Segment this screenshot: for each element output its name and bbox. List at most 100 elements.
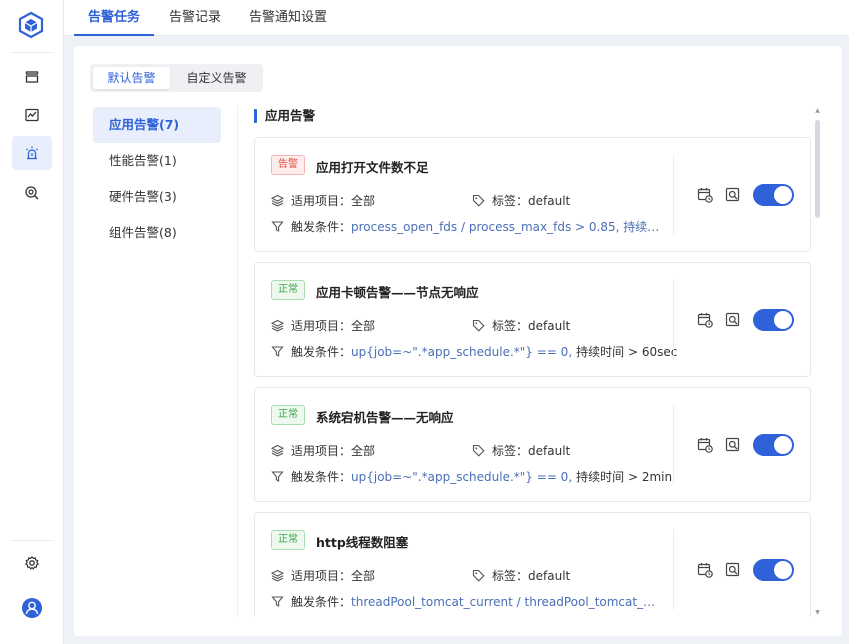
schedule-button[interactable] [696,311,714,329]
nav-item-layers[interactable] [12,60,52,94]
enable-toggle[interactable] [753,184,794,206]
condition-value: up{job=~".*app_schedule.*"} == 0, [351,469,573,484]
scope-label: 适用项目： [291,444,352,458]
condition-label: 触发条件： [291,220,352,234]
doc-search-icon [725,562,740,577]
main-panel: 默认告警 自定义告警 应用告警(7) 性能告警(1) 硬件告警(3) 组件告警(… [74,46,842,636]
calendar-clock-icon [697,438,713,453]
alarm-title: 系统宕机告警——无响应 [316,410,454,425]
category-list: 应用告警(7) 性能告警(1) 硬件告警(3) 组件告警(8) [93,107,221,251]
condition-label: 触发条件： [291,470,352,484]
segment-default-alarm[interactable]: 默认告警 [93,67,170,89]
calendar-clock-icon [697,563,713,578]
tag-label: 标签： [492,569,529,583]
scope-row: 适用项目： 全部 [271,442,375,459]
alarm-card: 正常 系统宕机告警——无响应 适用项目： 全部 标签： default 触发条件… [254,387,811,502]
card-divider [673,154,674,235]
alarm-card: 正常 应用卡顿告警——节点无响应 适用项目： 全部 标签： default 触发… [254,262,811,377]
list-scrollbar[interactable]: ▲ ▼ [814,108,821,616]
condition-value: threadPool_tomcat_current / threadPool_t… [351,594,661,609]
tag-value: default [528,318,571,333]
tag-row: 标签： default [472,442,570,459]
scroll-up-arrow-icon[interactable]: ▲ [814,108,821,114]
condition-label: 触发条件： [291,595,352,609]
enable-toggle[interactable] [753,559,794,581]
scope-value: 全部 [351,194,376,208]
layers-icon [271,194,284,207]
condition-duration: 持续时间 > 2min [576,470,673,484]
category-hardware-alarm[interactable]: 硬件告警(3) [93,179,221,215]
tag-row: 标签： default [472,567,570,584]
scope-value: 全部 [351,444,376,458]
filter-icon [271,221,284,232]
scope-label: 适用项目： [291,194,352,208]
condition-duration: 持续时间 > 60sec [576,345,678,359]
schedule-button[interactable] [696,436,714,454]
tag-icon [472,569,485,582]
scope-row: 适用项目： 全部 [271,317,375,334]
enable-toggle[interactable] [753,434,794,456]
calendar-clock-icon [697,188,713,203]
status-badge: 正常 [271,405,305,425]
condition-value: process_open_fds / process_max_fds > 0.8… [351,220,661,234]
layers-icon [271,569,284,582]
schedule-button[interactable] [696,186,714,204]
scope-value: 全部 [351,319,376,333]
tab-notify-settings[interactable]: 告警通知设置 [249,0,327,36]
doc-search-icon [725,312,740,327]
card-divider [673,404,674,485]
nav-item-security[interactable] [12,176,52,210]
tab-alarm-tasks[interactable]: 告警任务 [73,0,155,36]
card-divider [673,529,674,610]
tag-row: 标签： default [472,317,570,334]
tab-alarm-records[interactable]: 告警记录 [169,0,221,36]
filter-icon [271,346,284,357]
view-detail-button[interactable] [724,436,742,454]
alarm-type-segment: 默认告警 自定义告警 [90,64,263,92]
view-detail-button[interactable] [724,561,742,579]
nav-item-alarm[interactable] [12,136,52,170]
scope-value: 全部 [351,569,376,583]
logo-cube-icon [18,11,44,39]
category-component-alarm[interactable]: 组件告警(8) [93,215,221,251]
enable-toggle[interactable] [753,309,794,331]
nav-item-monitor[interactable] [12,98,52,132]
alarm-light-icon [26,146,38,160]
tag-value: default [528,193,571,208]
condition-value: up{job=~".*app_schedule.*"} == 0, [351,344,573,359]
nav-divider [10,52,54,53]
category-app-alarm[interactable]: 应用告警(7) [93,107,221,143]
alarm-card-list: 告警 应用打开文件数不足 适用项目： 全部 标签： default 触发条件： … [254,137,811,617]
alarm-card: 正常 http线程数阻塞 适用项目： 全部 标签： default 触发条件： … [254,512,811,617]
category-perf-alarm[interactable]: 性能告警(1) [93,143,221,179]
segment-custom-alarm[interactable]: 自定义告警 [173,67,260,89]
view-detail-button[interactable] [724,186,742,204]
stack-icon [25,71,39,83]
schedule-button[interactable] [696,561,714,579]
doc-search-icon [725,437,740,452]
scroll-thumb[interactable] [815,120,820,218]
shield-search-icon [25,186,39,200]
alarm-title: 应用卡顿告警——节点无响应 [316,285,479,300]
filter-icon [271,596,284,607]
alarm-card: 告警 应用打开文件数不足 适用项目： 全部 标签： default 触发条件： … [254,137,811,252]
chart-monitor-icon [25,108,39,122]
condition-row: 触发条件： up{job=~".*app_schedule.*"} == 0, … [271,468,672,485]
scope-label: 适用项目： [291,569,352,583]
nav-settings[interactable] [12,546,52,580]
scope-row: 适用项目： 全部 [271,567,375,584]
user-avatar[interactable] [12,591,52,625]
tag-value: default [528,568,571,583]
panel-divider [237,106,238,618]
gear-icon [24,555,40,570]
tag-label: 标签： [492,319,529,333]
condition-row: 触发条件： process_open_fds / process_max_fds… [271,218,661,235]
view-detail-button[interactable] [724,311,742,329]
scroll-down-arrow-icon[interactable]: ▼ [814,610,821,616]
list-title: 应用告警 [254,108,315,124]
layers-icon [271,444,284,457]
alarm-title: 应用打开文件数不足 [316,160,429,175]
layers-icon [271,319,284,332]
scope-row: 适用项目： 全部 [271,192,375,209]
tag-icon [472,319,485,332]
